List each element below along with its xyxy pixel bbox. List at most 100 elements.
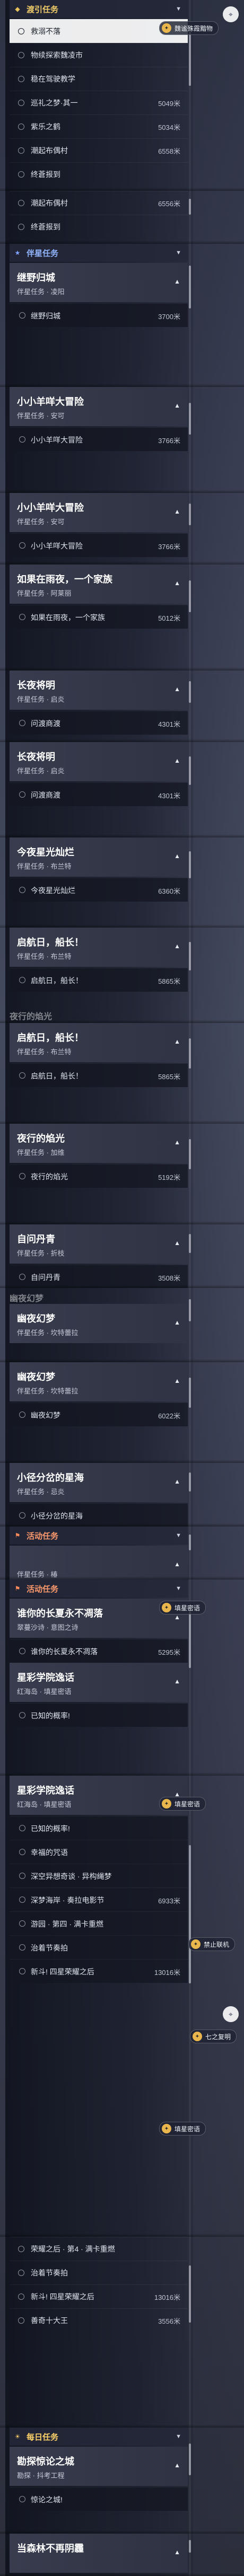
scrollbar-track[interactable] — [189, 191, 191, 244]
map-callout[interactable]: ✦ 填星密语 — [159, 1797, 206, 1811]
objective-row[interactable]: 夜行的焰光 5192米 — [10, 1164, 188, 1188]
scrollbar-thumb[interactable] — [189, 1234, 191, 1253]
chevron-up-icon[interactable]: ▲ — [174, 579, 180, 587]
scrollbar-thumb[interactable] — [189, 199, 191, 215]
scrollbar-track[interactable] — [189, 2428, 191, 2534]
scrollbar-thumb[interactable] — [189, 403, 191, 435]
scrollbar-thumb[interactable] — [189, 266, 191, 308]
scrollbar-track[interactable] — [189, 1124, 191, 1224]
quest-card[interactable]: 长夜将明 伴星任务 · 启炎 ▲ — [10, 671, 188, 710]
map-pin-icon[interactable]: ⌖ — [223, 2006, 239, 2022]
scrollbar-track[interactable] — [189, 2237, 191, 2428]
scrollbar-track[interactable] — [189, 1362, 191, 1463]
chevron-up-icon[interactable]: ▲ — [174, 1239, 180, 1247]
quest-list-item[interactable]: 荣耀之后 · 第4 · 满卡重燃 — [10, 2237, 188, 2261]
quest-list-item[interactable]: 潮起布偶村 6558米 — [10, 138, 188, 162]
scrollbar-thumb[interactable] — [189, 1038, 191, 1069]
chevron-up-icon[interactable]: ▲ — [174, 1038, 180, 1045]
chevron-up-icon[interactable]: ▲ — [174, 1139, 180, 1146]
chevron-up-icon[interactable]: ▲ — [174, 1478, 180, 1485]
scrollbar-thumb[interactable] — [189, 1472, 191, 1492]
chevron-up-icon[interactable]: ▲ — [174, 757, 180, 764]
scrollbar-track[interactable] — [189, 671, 191, 742]
objective-row[interactable]: 小小羊咩大冒险 3766米 — [10, 427, 188, 451]
scrollbar-track[interactable] — [189, 837, 191, 928]
scrollbar-thumb[interactable] — [189, 580, 191, 612]
map-callout[interactable]: ✦ 魏谧殊霞黯物 — [159, 21, 219, 35]
chevron-up-icon[interactable]: ▲ — [174, 685, 180, 693]
chevron-down-icon[interactable]: ▼ — [176, 6, 181, 12]
map-callout[interactable]: ✦ 七之复明 — [190, 2030, 237, 2043]
quest-card[interactable]: 继野归城 伴星任务 · 凌阳 ▲ — [10, 263, 188, 302]
quest-card[interactable]: 启航日，船长！ 伴星任务 · 布兰特 ▲ — [10, 1023, 188, 1062]
map-callout[interactable]: ✦ 填星密语 — [159, 2122, 206, 2136]
objective-row[interactable]: 今夜星光灿烂 6360米 — [10, 878, 188, 902]
chevron-up-icon[interactable]: ▲ — [174, 852, 180, 860]
scrollbar-track[interactable] — [189, 928, 191, 1023]
scrollbar-track[interactable] — [189, 1463, 191, 1527]
scrollbar-thumb[interactable] — [189, 851, 191, 878]
objective-row[interactable]: 已知的概率! — [10, 1703, 188, 1727]
scrollbar-thumb[interactable] — [189, 1299, 191, 1321]
scrollbar-thumb[interactable] — [189, 681, 191, 703]
scrollbar-thumb[interactable] — [189, 29, 191, 86]
chevron-up-icon[interactable]: ▲ — [174, 1377, 180, 1384]
scrollbar-thumb[interactable] — [189, 942, 191, 971]
objective-row[interactable]: 自问丹青 3508米 — [10, 1265, 188, 1288]
chevron-up-icon[interactable]: ▲ — [174, 402, 180, 409]
chevron-up-icon[interactable]: ▲ — [174, 278, 180, 285]
quest-card[interactable]: 伴星任务 · 椿 ▲ — [10, 1546, 188, 1580]
scrollbar-track[interactable] — [189, 564, 191, 671]
objective-row[interactable]: 如果在雨夜，一个家族 5012米 — [10, 605, 188, 629]
objective-row[interactable]: 游园 · 第四 · 满卡重燃 — [10, 1911, 188, 1935]
map-callout[interactable]: ✦ 禁止联机 — [188, 1937, 236, 1951]
scrollbar-track[interactable] — [189, 1288, 191, 1362]
quest-card[interactable]: 自问丹青 伴星任务 · 折枝 ▲ — [10, 1224, 188, 1264]
scrollbar-track[interactable] — [189, 1023, 191, 1124]
quest-card[interactable]: 启航日，船长！ 伴星任务 · 布兰特 ▲ — [10, 928, 188, 967]
scrollbar-track[interactable] — [189, 2534, 191, 2576]
scrollbar-thumb[interactable] — [189, 1534, 191, 1550]
quest-card[interactable]: 夜行的焰光 伴星任务 · 加维 ▲ — [10, 1124, 188, 1163]
chevron-up-icon[interactable]: ▲ — [174, 2462, 180, 2469]
objective-row[interactable]: 小小羊咩大冒险 3766米 — [10, 533, 188, 557]
objective-row[interactable]: 谁你的长夏永不凋落 5295米 — [10, 1639, 188, 1663]
category-header[interactable]: ⚑ 活动任务 ▼ — [10, 1580, 188, 1598]
scrollbar-thumb[interactable] — [189, 1845, 191, 1983]
scrollbar-thumb[interactable] — [189, 2443, 191, 2475]
scrollbar-track[interactable] — [189, 244, 191, 387]
chevron-up-icon[interactable]: ▲ — [174, 1319, 180, 1326]
chevron-up-icon[interactable]: ▲ — [174, 1560, 180, 1568]
quest-card[interactable]: 幽夜幻梦 伴星任务 · 坎特蕾拉 ▲ — [10, 1304, 188, 1343]
category-header[interactable]: ◆ 渡引任务 ▼ — [10, 0, 188, 18]
quest-list-item[interactable]: 紫乐之鹤 5034米 — [10, 114, 188, 138]
scrollbar-thumb[interactable] — [189, 1378, 191, 1408]
quest-card[interactable]: 小小羊咩大冒险 伴星任务 · 安可 ▲ — [10, 387, 188, 426]
objective-row[interactable]: 继野归城 3700米 — [10, 303, 188, 327]
quest-card[interactable]: 星彩学院逸话 红海岛 · 填星密语 ▲ — [10, 1663, 188, 1702]
chevron-down-icon[interactable]: ▼ — [176, 2433, 181, 2440]
quest-card[interactable]: 小径分岔的星海 伴星任务 · 忌炎 ▲ — [10, 1463, 188, 1502]
chevron-up-icon[interactable]: ▲ — [174, 508, 180, 515]
objective-row[interactable]: 治着节奏拍 — [10, 1935, 188, 1959]
scrollbar-track[interactable] — [189, 742, 191, 837]
scrollbar-track[interactable] — [189, 1527, 191, 1580]
category-header[interactable]: ⚑ 活动任务 ▼ — [10, 1527, 188, 1545]
chevron-up-icon[interactable]: ▲ — [174, 1678, 180, 1685]
scrollbar-thumb[interactable] — [189, 1139, 191, 1169]
scrollbar-track[interactable] — [189, 387, 191, 493]
quest-list-item[interactable]: 巡礼之梦·其一 5049米 — [10, 91, 188, 114]
objective-row[interactable]: 新斗! 四星荣耀之后 13016米 — [10, 1959, 188, 1983]
scrollbar-track[interactable] — [189, 1224, 191, 1288]
quest-list-item[interactable]: 潮起布偶村 6556米 — [10, 191, 188, 215]
quest-card[interactable]: 小小羊咩大冒险 伴星任务 · 安可 ▲ — [10, 493, 188, 532]
quest-card[interactable]: 长夜将明 伴星任务 · 启炎 ▲ — [10, 742, 188, 781]
objective-row[interactable]: 启航日，船长！ 5865米 — [10, 968, 188, 992]
category-header[interactable]: ☀ 每日任务 ▼ — [10, 2428, 188, 2446]
chevron-up-icon[interactable]: ▲ — [174, 942, 180, 950]
quest-list-item[interactable]: 物续探索魏凌市 — [10, 43, 188, 67]
category-header[interactable]: ★ 伴星任务 ▼ — [10, 244, 188, 262]
scrollbar-thumb[interactable] — [189, 2540, 191, 2553]
scrollbar-thumb[interactable] — [189, 504, 191, 525]
objective-row[interactable]: 深梦海岸 · 奏拉电影节 6933米 — [10, 1887, 188, 1911]
